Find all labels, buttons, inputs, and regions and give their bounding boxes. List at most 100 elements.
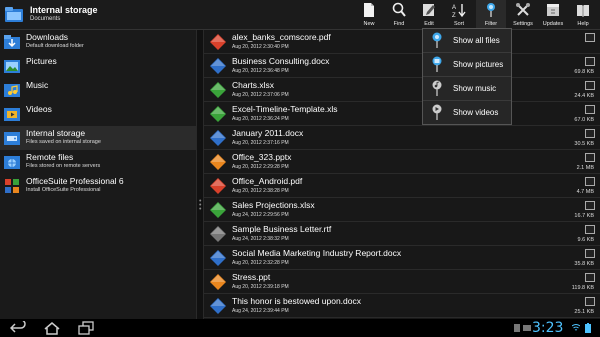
- file-size: 24.4 KB: [574, 93, 594, 99]
- file-name: Office_323.pptx: [232, 152, 292, 162]
- sidebar-item-downloads[interactable]: Downloads Default download folder: [0, 30, 196, 54]
- file-row[interactable]: Excel-Timeline-Template.xls Aug 20, 2012 …: [204, 102, 600, 126]
- file-date: Aug 20, 2012 2:36:24 PM: [232, 116, 289, 122]
- file-size: 119.8 KB: [571, 285, 594, 291]
- home-icon[interactable]: [44, 321, 60, 335]
- filter-menu: Show all files Show pictures Show music …: [422, 28, 512, 125]
- file-date: Aug 20, 2012 2:29:28 PM: [232, 164, 289, 170]
- sidebar-item-internal-storage[interactable]: Internal storage Files saved on internal…: [0, 126, 196, 150]
- file-select-checkbox[interactable]: [585, 201, 595, 210]
- file-select-checkbox[interactable]: [585, 105, 595, 114]
- menu-item-show-music[interactable]: Show music: [423, 77, 511, 101]
- menu-item-label: Show all files: [453, 36, 500, 45]
- file-size: 69.8 KB: [574, 69, 594, 75]
- new-button-label: New: [363, 21, 375, 27]
- action-bar: Internal storage Documents New Find Edit…: [0, 0, 600, 30]
- file-select-checkbox[interactable]: [585, 297, 595, 306]
- sidebar-item-pictures[interactable]: Pictures: [0, 54, 196, 78]
- settings-button-label: Settings: [513, 21, 533, 27]
- file-row[interactable]: Office_323.pptx Aug 20, 2012 2:29:28 PM 2.…: [204, 150, 600, 174]
- pdf-file-icon: [210, 178, 226, 194]
- back-icon[interactable]: [10, 321, 26, 335]
- sidebar-item-videos[interactable]: Videos: [0, 102, 196, 126]
- sidebar: Downloads Default download folder Pictur…: [0, 30, 196, 319]
- sort-button[interactable]: AZ Sort: [444, 0, 474, 29]
- officesuite-icon: [5, 179, 19, 193]
- videos-filter-icon: [432, 104, 442, 120]
- sidebar-item-label: Pictures: [26, 56, 57, 66]
- file-select-checkbox[interactable]: [585, 33, 595, 42]
- file-date: Aug 20, 2012 2:37:06 PM: [232, 92, 289, 98]
- file-select-checkbox[interactable]: [585, 273, 595, 282]
- recent-apps-icon[interactable]: [78, 321, 94, 335]
- file-name: alex_banks_comscore.pdf: [232, 32, 331, 42]
- file-date: Aug 24, 2012 2:39:44 PM: [232, 308, 289, 314]
- sidebar-item-officesuite-pro[interactable]: OfficeSuite Professional 6 Install Offic…: [0, 174, 196, 198]
- settings-button[interactable]: Settings: [508, 0, 538, 29]
- file-row[interactable]: Office_Android.pdf Aug 20, 2012 2:38:28 P…: [204, 174, 600, 198]
- find-icon: [392, 2, 406, 17]
- file-name: Sample Business Letter.rtf: [232, 224, 332, 234]
- svg-text:Z: Z: [452, 13, 456, 18]
- file-name: Stress.ppt: [232, 272, 271, 282]
- file-size: 4.7 MB: [576, 189, 594, 195]
- file-row[interactable]: January 2011.docx Aug 20, 2012 2:37:16 PM…: [204, 126, 600, 150]
- find-button[interactable]: Find: [384, 0, 414, 29]
- file-row[interactable]: Social Media Marketing Industry Report.d…: [204, 246, 600, 270]
- download-folder-icon: [4, 35, 20, 49]
- videos-icon: [4, 108, 20, 121]
- screenshot-icon[interactable]: [523, 323, 531, 333]
- file-select-checkbox[interactable]: [585, 81, 595, 90]
- remote-files-icon: [4, 156, 20, 169]
- status-clock: 3:23: [532, 320, 564, 336]
- file-row[interactable]: alex_banks_comscore.pdf Aug 20, 2012 2:30…: [204, 30, 600, 54]
- file-select-checkbox[interactable]: [585, 249, 595, 258]
- filter-button-label: Filter: [484, 21, 498, 27]
- sort-button-label: Sort: [453, 21, 465, 27]
- file-select-checkbox[interactable]: [585, 153, 595, 162]
- new-button[interactable]: New: [354, 0, 384, 29]
- edit-button[interactable]: Edit: [414, 0, 444, 29]
- file-row[interactable]: Stress.ppt Aug 20, 2012 2:39:18 PM 119.8 K…: [204, 270, 600, 294]
- updates-icon: [547, 4, 559, 16]
- sort-icon: AZ: [452, 4, 466, 18]
- folder-app-icon[interactable]: [4, 4, 24, 24]
- docx-file-icon: [210, 130, 226, 146]
- docx-file-icon: [210, 250, 226, 266]
- file-row[interactable]: Charts.xlsx Aug 20, 2012 2:37:06 PM 24.4 K…: [204, 78, 600, 102]
- filter-button[interactable]: Filter: [476, 0, 506, 29]
- file-row[interactable]: Sales Projections.xlsx Aug 24, 2012 2:29:…: [204, 198, 600, 222]
- file-date: Aug 20, 2012 2:37:16 PM: [232, 140, 289, 146]
- file-row[interactable]: This honor is bestowed upon.docx Aug 24, …: [204, 294, 600, 318]
- help-button[interactable]: Help: [568, 0, 598, 29]
- sidebar-item-label: Videos: [26, 104, 52, 114]
- sidebar-item-sublabel: Install OfficeSuite Professional: [26, 187, 101, 193]
- internal-storage-icon: [4, 132, 20, 145]
- sidebar-item-label: Downloads: [26, 32, 69, 42]
- menu-item-show-videos[interactable]: Show videos: [423, 101, 511, 125]
- app-window: Internal storage Documents New Find Edit…: [0, 0, 600, 319]
- menu-item-show-all-files[interactable]: Show all files: [423, 29, 511, 53]
- pane-splitter[interactable]: • • •: [196, 30, 204, 319]
- file-name: January 2011.docx: [232, 128, 304, 138]
- notification-icon[interactable]: [513, 323, 521, 333]
- docx-file-icon: [210, 58, 226, 74]
- file-date: Aug 20, 2012 2:32:28 PM: [232, 260, 289, 266]
- menu-item-label: Show videos: [453, 108, 499, 117]
- xlsx-file-icon: [210, 202, 226, 218]
- splitter-grip-icon: • • •: [199, 198, 202, 213]
- sidebar-item-label: Internal storage: [26, 128, 86, 138]
- sidebar-item-label: OfficeSuite Professional 6: [26, 176, 124, 186]
- file-select-checkbox[interactable]: [585, 177, 595, 186]
- sidebar-item-music[interactable]: Music: [0, 78, 196, 102]
- xlsx-file-icon: [210, 82, 226, 98]
- file-select-checkbox[interactable]: [585, 225, 595, 234]
- file-row[interactable]: Business Consulting.docx Aug 20, 2012 2:3…: [204, 54, 600, 78]
- file-select-checkbox[interactable]: [585, 129, 595, 138]
- sidebar-item-remote-files[interactable]: Remote files Files stored on remote serv…: [0, 150, 196, 174]
- menu-item-show-pictures[interactable]: Show pictures: [423, 53, 511, 77]
- file-select-checkbox[interactable]: [585, 57, 595, 66]
- file-row[interactable]: Sample Business Letter.rtf Aug 24, 2012 2…: [204, 222, 600, 246]
- file-name: This honor is bestowed upon.docx: [232, 296, 361, 306]
- updates-button[interactable]: Updates: [538, 0, 568, 29]
